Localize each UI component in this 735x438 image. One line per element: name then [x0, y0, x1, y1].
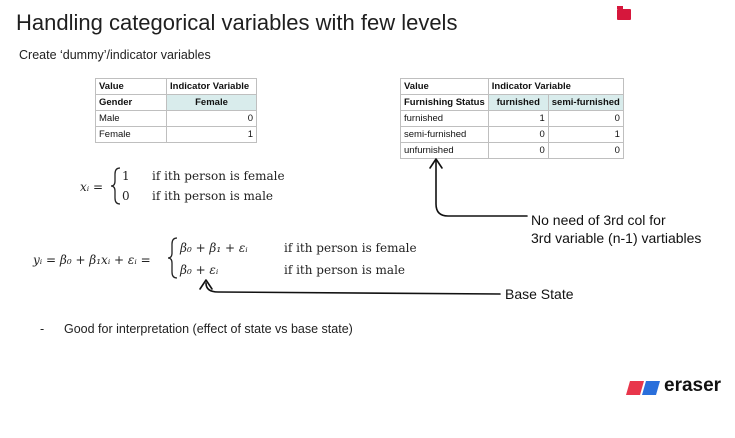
eraser-logo-icon: [626, 381, 660, 395]
column-note-line1: No need of 3rd col for: [531, 212, 666, 228]
column-note-line2: 3rd variable (n-1) vartiables: [531, 230, 702, 246]
brand-name: eraser: [664, 375, 722, 396]
bullet-text: Good for interpretation (effect of state…: [64, 322, 353, 336]
bullet-point: - Good for interpretation (effect of stat…: [40, 322, 353, 336]
base-state-arrow: [205, 282, 501, 295]
base-state-label: Base State: [505, 286, 574, 302]
col-note-arrow: [435, 159, 528, 217]
bullet-dash: -: [40, 322, 45, 336]
